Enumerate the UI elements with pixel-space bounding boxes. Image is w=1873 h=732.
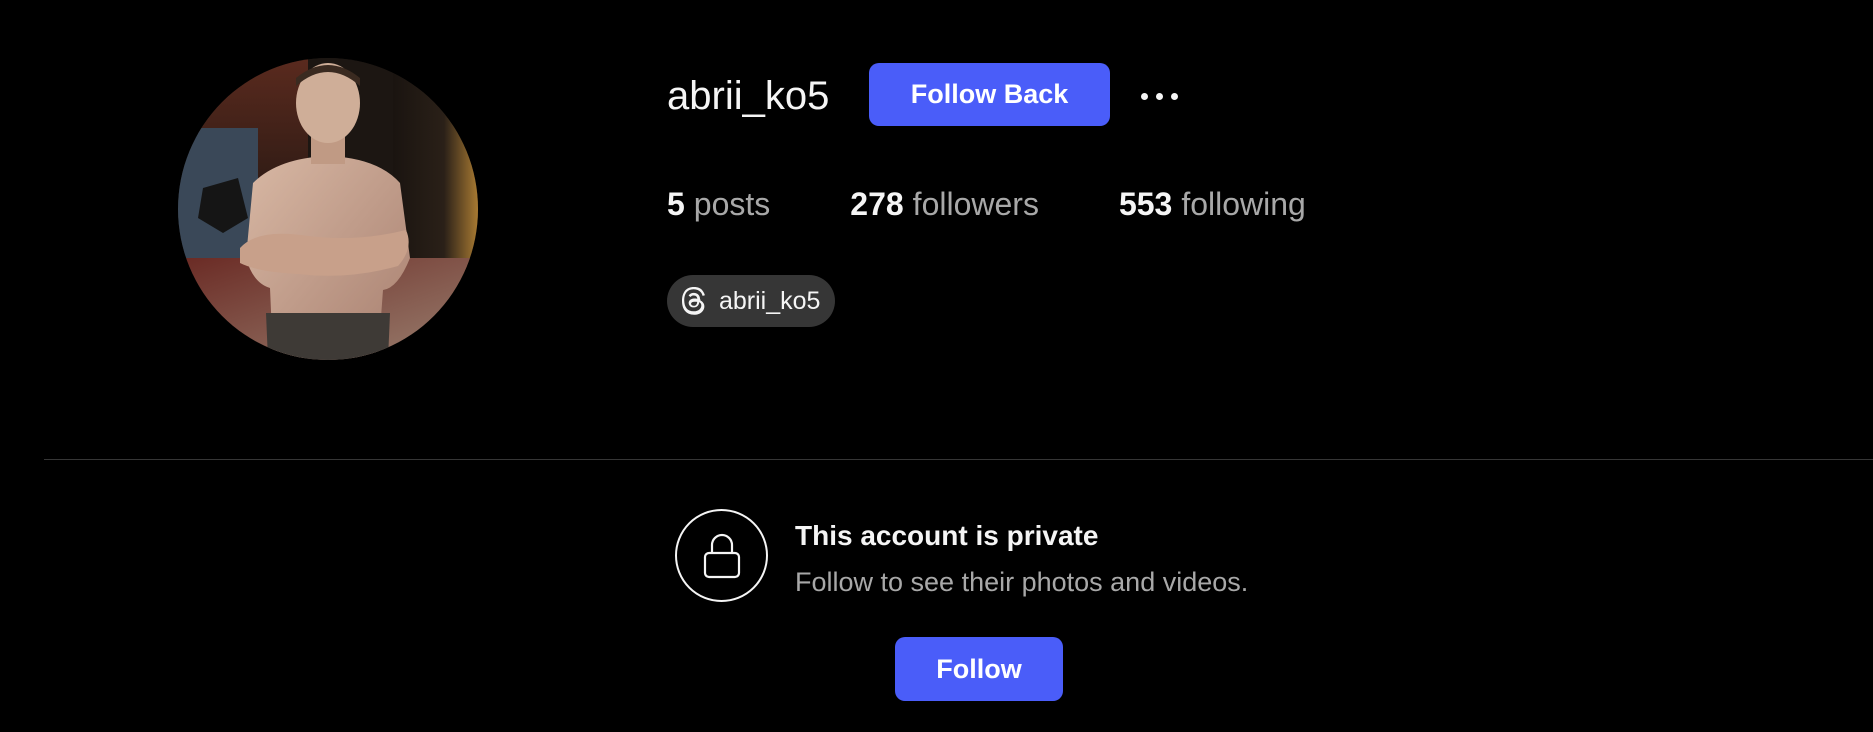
follow-back-button[interactable]: Follow Back	[869, 63, 1110, 126]
followers-label: followers	[912, 185, 1039, 222]
more-horizontal-icon	[1140, 92, 1148, 100]
followers-count: 278	[850, 185, 904, 222]
followers-link[interactable]: 278 followers	[850, 186, 1039, 223]
follow-button[interactable]: Follow	[895, 637, 1063, 701]
posts-label: posts	[693, 185, 771, 222]
profile-username: abrii_ko5	[667, 74, 830, 118]
profile-stats: 5 posts 278 followers 553 following	[667, 180, 1386, 228]
more-dot	[1155, 92, 1163, 100]
private-account-subtitle: Follow to see their photos and videos.	[795, 567, 1249, 597]
profile-page: abrii_ko5 Follow Back 5 posts 278 follow…	[0, 0, 1873, 732]
more-options-button[interactable]	[1130, 76, 1188, 116]
posts-count: 5	[667, 185, 685, 222]
lock-icon-circle	[675, 509, 768, 602]
section-divider	[44, 459, 1873, 460]
threads-icon	[679, 286, 709, 316]
profile-avatar[interactable]	[178, 58, 478, 360]
following-count: 553	[1118, 185, 1173, 222]
following-link[interactable]: 553 following	[1119, 186, 1306, 223]
following-label: following	[1181, 185, 1306, 222]
threads-handle: abrii_ko5	[719, 286, 821, 315]
avatar-image	[178, 58, 478, 360]
more-dot	[1170, 92, 1178, 100]
posts-stat: 5 posts	[667, 186, 770, 223]
lock-icon	[703, 533, 740, 578]
threads-badge-link[interactable]: abrii_ko5	[667, 275, 836, 327]
private-account-title: This account is private	[795, 520, 1099, 551]
